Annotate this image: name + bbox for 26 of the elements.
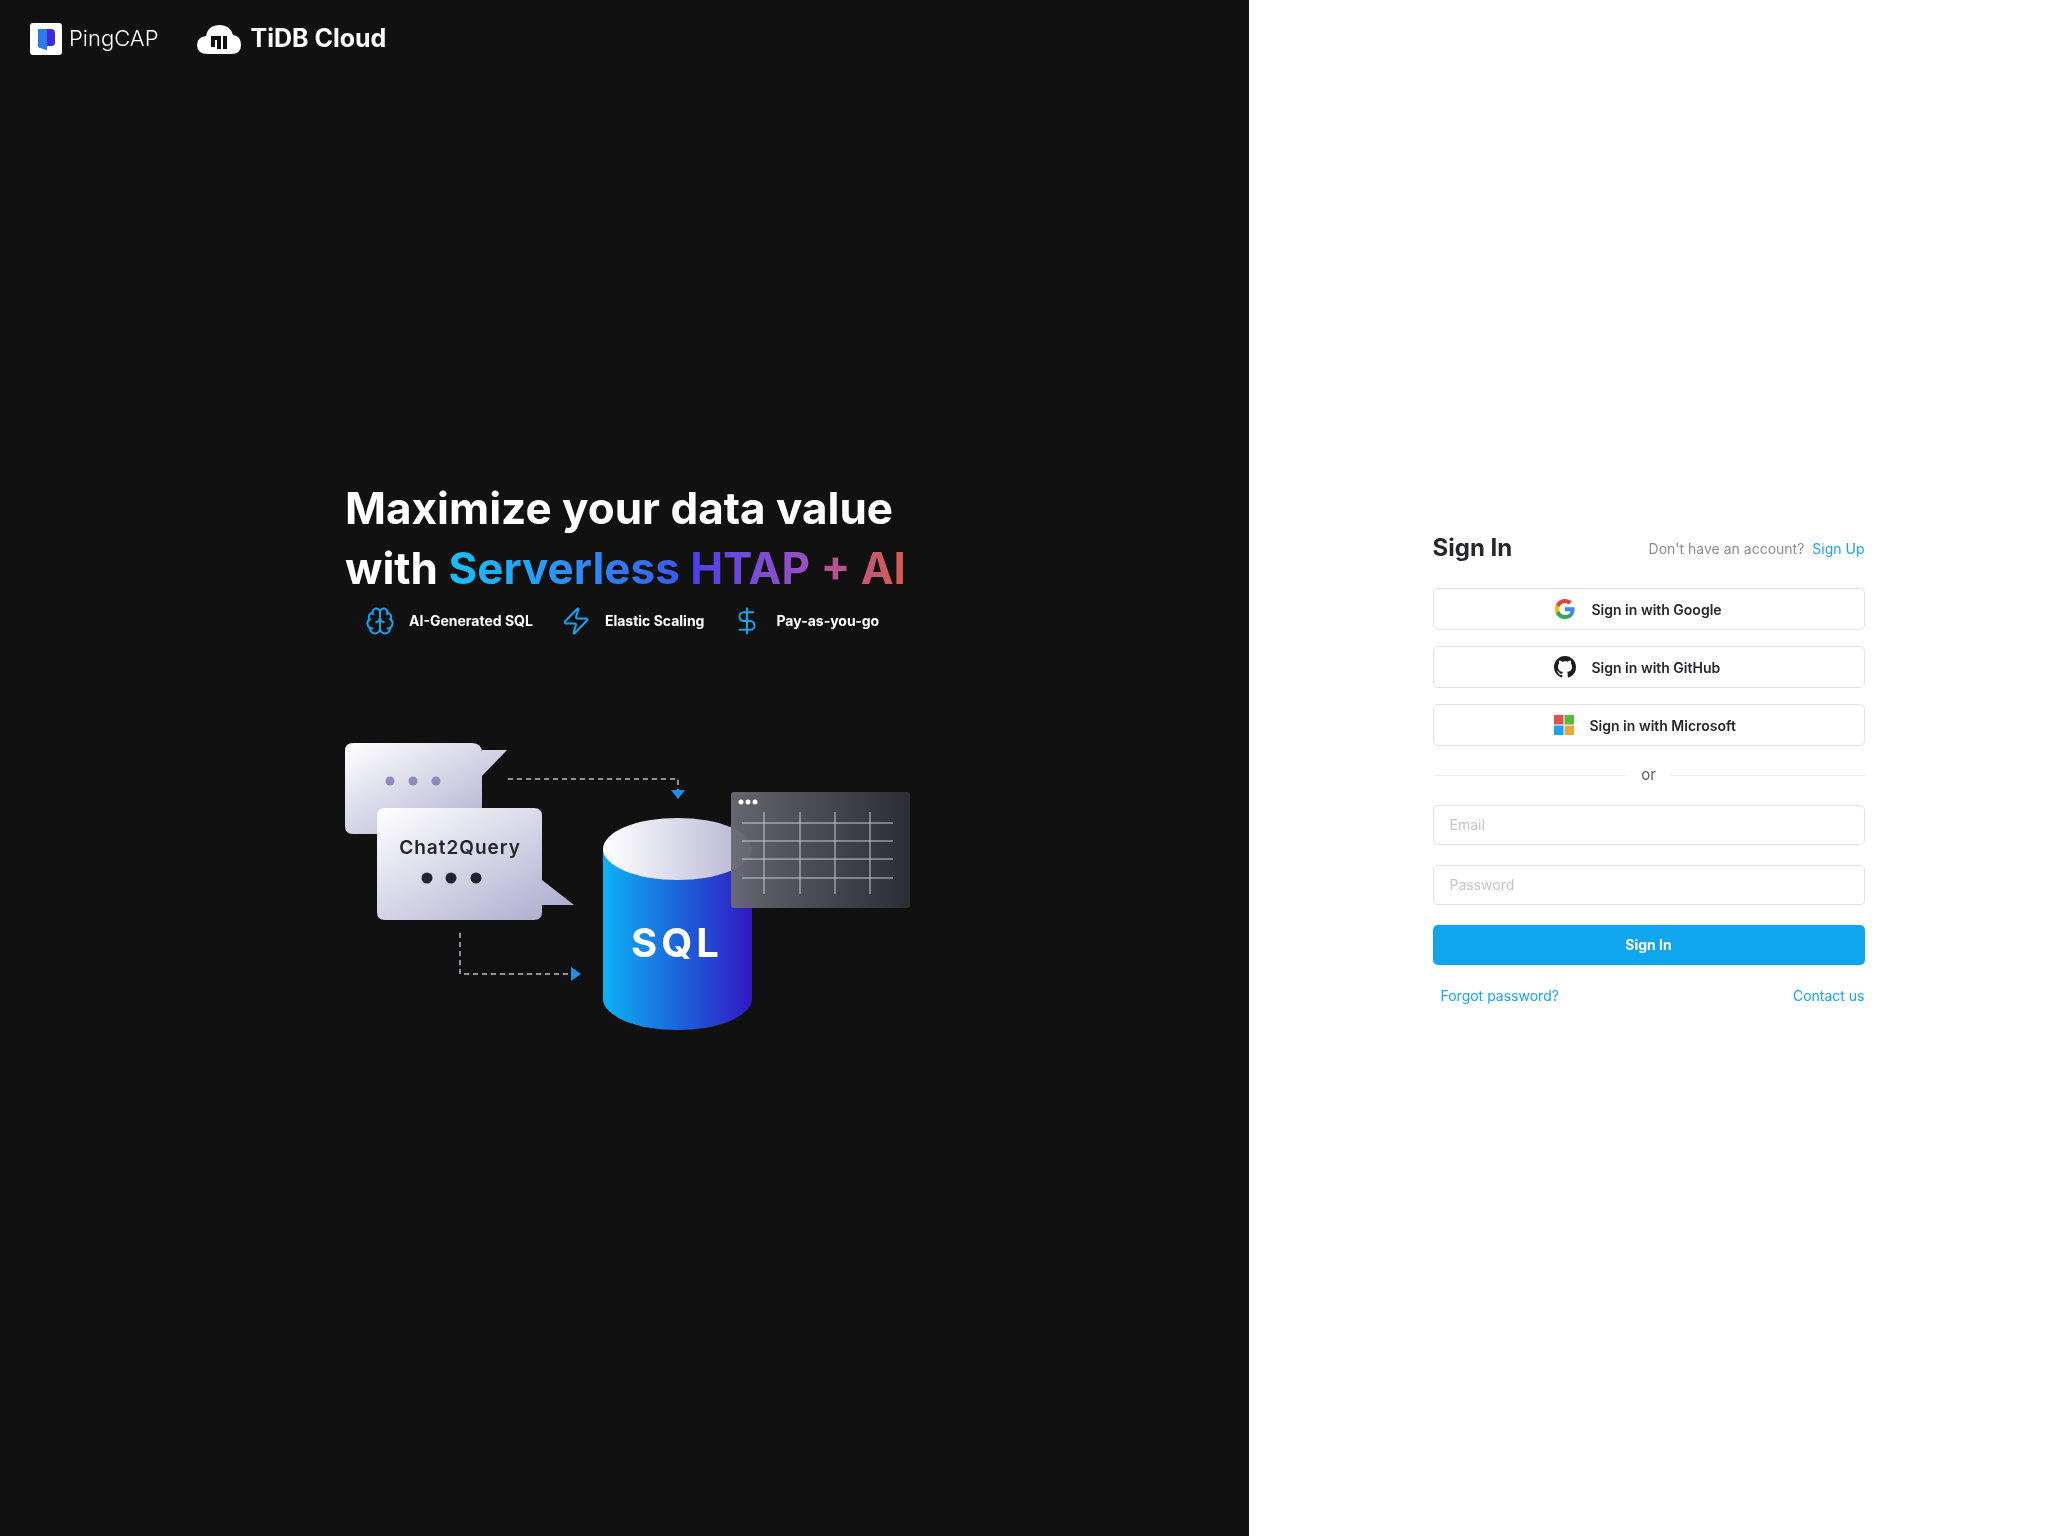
sign-in-title: Sign In bbox=[1432, 532, 1513, 565]
database-label: SQL bbox=[631, 917, 723, 967]
forgot-password-link[interactable]: Forgot password? bbox=[1440, 984, 1559, 1006]
oauth-sign-in-button[interactable]: Sign in with Microsoft bbox=[1432, 704, 1865, 747]
input-field[interactable]: Password bbox=[1432, 864, 1865, 905]
oauth-sign-in-button[interactable]: Sign in with GitHub bbox=[1432, 646, 1865, 689]
headline: Maximize your data value with Serverless HTAP + AI bbox=[345, 479, 907, 597]
four-squares-logo-icon bbox=[1553, 715, 1574, 736]
input-field[interactable]: Email bbox=[1432, 804, 1865, 845]
feature-label: Pay-as-you-go bbox=[776, 611, 880, 631]
product-name: TiDB Cloud bbox=[250, 22, 387, 55]
feature-label: Elastic Scaling bbox=[604, 611, 705, 631]
divider-label: or bbox=[1641, 764, 1656, 787]
account-prompt: Don't have an account? bbox=[1648, 538, 1805, 559]
sign-in-button[interactable]: Sign In bbox=[1432, 924, 1865, 965]
google-g-icon bbox=[1553, 598, 1576, 621]
feature-label: AI-Generated SQL bbox=[409, 611, 533, 631]
pingcap-logo-icon bbox=[30, 22, 62, 55]
brain-icon bbox=[365, 605, 395, 636]
github-octocat-icon bbox=[1553, 656, 1576, 679]
contact-link[interactable]: Contact us bbox=[1792, 984, 1865, 1006]
oauth-sign-in-button[interactable]: Sign in with Google bbox=[1432, 588, 1865, 631]
cloud-logo-icon bbox=[196, 22, 243, 55]
bubble-label: Chat2Query bbox=[399, 835, 521, 859]
company-name: PingCAP bbox=[69, 24, 159, 54]
sign-up-link[interactable]: Sign Up bbox=[1812, 537, 1865, 559]
